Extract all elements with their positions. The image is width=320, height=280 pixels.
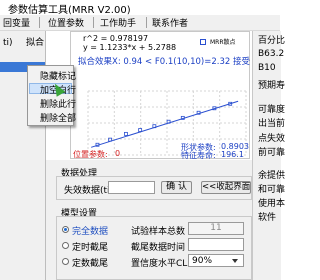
menu-contact-author[interactable]: 联系作者 <box>152 16 188 29</box>
menu-location-params[interactable]: 位置参数 <box>48 16 84 29</box>
location-param-label: 位置参数: <box>73 150 108 159</box>
result-label: 预期寿 <box>258 81 286 91</box>
fit-button[interactable]: 拟合 <box>26 38 44 50</box>
menu-variables[interactable]: 回变量 <box>3 16 30 29</box>
censor-time-input[interactable] <box>188 238 244 251</box>
result-label: B10 <box>258 63 276 73</box>
result-label: 前可靠 <box>258 148 286 158</box>
legend-marker-icon <box>200 39 206 45</box>
r-squared-text: r^2 = 0.978197 <box>83 34 149 43</box>
radio-failure-censored[interactable] <box>62 258 69 265</box>
chevron-down-icon[interactable] <box>232 259 238 263</box>
data-point <box>124 131 128 136</box>
context-menu: 隐藏标记 加空白行 删除此行 删除全部 <box>27 65 76 126</box>
menu-separator <box>93 17 94 28</box>
menu-separator <box>39 17 40 28</box>
data-point <box>138 128 143 132</box>
title-bar: 参数估算工具(MRR V2.00) <box>0 0 280 16</box>
menu-bar: 回变量 位置参数 工作助手 联系作者 <box>0 15 280 31</box>
result-label: B63.2 <box>258 49 285 59</box>
sample-size-label: 试验样本总数 <box>131 227 186 237</box>
failure-data-label: 失效数据(ti) <box>64 186 114 196</box>
failure-data-input[interactable] <box>108 181 155 194</box>
radio-complete-data-label[interactable]: 完全数据 <box>72 224 108 237</box>
collapse-interface-button[interactable]: <<收起界面 <box>201 181 251 194</box>
fit-test-result: 拟合效果X: 0.94 < F0.1(10,10)=2.32 接受 <box>78 57 250 67</box>
radio-failure-censored-label[interactable]: 定数截尾 <box>72 256 108 269</box>
result-label: 使用本 <box>258 199 286 209</box>
result-label: 点失效 <box>258 134 286 144</box>
confirm-button[interactable]: 确 认 <box>161 181 192 194</box>
result-label: 余提供 <box>258 171 286 181</box>
confidence-level-label: 置信度水平CL <box>131 259 188 269</box>
legend-label: MRR散点 <box>210 39 236 46</box>
censor-time-label: 截尾数据时间 <box>131 243 186 253</box>
result-label: 出当前 <box>258 119 286 129</box>
result-label: 软件 <box>258 213 277 223</box>
menu-item-hide-marker[interactable]: 隐藏标记 <box>40 69 76 82</box>
result-label: 百分比 <box>258 36 286 46</box>
sample-size-field[interactable]: 11 <box>188 222 244 235</box>
window-title: 参数估算工具(MRR V2.00) <box>8 5 131 16</box>
result-label: 和可靠 <box>258 185 286 195</box>
result-label: 可靠度 <box>258 105 286 115</box>
confidence-level-select[interactable]: 90% <box>188 254 244 267</box>
radio-time-censored-label[interactable]: 定时截尾 <box>72 240 108 253</box>
scale-param-value: 196.1 <box>221 150 244 159</box>
menu-work-helper[interactable]: 工作助手 <box>100 16 136 29</box>
menu-separator <box>146 17 147 28</box>
ti-column-header: ti) <box>3 38 13 48</box>
regression-equation: y = 1.1233*x + 5.2788 <box>83 43 177 52</box>
confidence-level-value: 90% <box>192 256 213 266</box>
location-param-value: 0 <box>115 149 121 158</box>
radio-time-censored[interactable] <box>62 242 69 249</box>
menu-item-delete-all[interactable]: 删除全部 <box>40 111 76 124</box>
radio-complete-data[interactable] <box>62 226 69 233</box>
menu-item-delete-row[interactable]: 删除此行 <box>40 97 76 110</box>
